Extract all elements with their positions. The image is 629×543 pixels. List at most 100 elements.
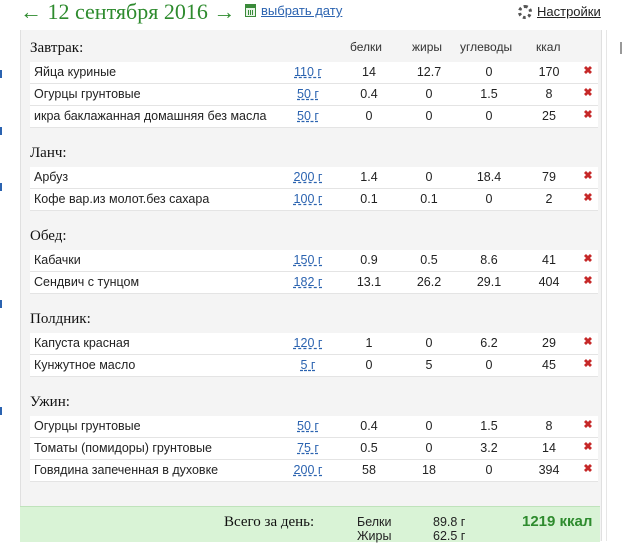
totals-label: Всего за день: bbox=[224, 514, 315, 530]
carbs-value: 1.5 bbox=[480, 419, 498, 433]
food-name: Говядина запеченная в духовке bbox=[34, 463, 219, 477]
delete-icon[interactable]: ✖ bbox=[582, 274, 594, 287]
fat-value: 0 bbox=[425, 419, 433, 433]
protein-value: 0.9 bbox=[360, 253, 378, 267]
pick-date-control[interactable]: выбрать дату bbox=[245, 3, 342, 18]
totals-protein-label: Белки bbox=[357, 515, 392, 529]
food-name: Кофе вар.из молот.без сахара bbox=[34, 192, 210, 206]
carbs-value: 6.2 bbox=[480, 336, 498, 350]
delete-icon[interactable]: ✖ bbox=[582, 169, 594, 182]
protein-value: 0.4 bbox=[360, 419, 378, 433]
protein-value: 0.5 bbox=[360, 441, 378, 455]
amount-link[interactable]: 200 г bbox=[278, 170, 338, 184]
food-row: икра баклажанная домашняя без масла 50 г 0… bbox=[30, 106, 598, 128]
carbs-value: 0 bbox=[485, 65, 493, 79]
delete-icon[interactable]: ✖ bbox=[582, 335, 594, 348]
date-navigator: ← 12 сентября 2016 → bbox=[20, 0, 235, 25]
right-sidebar-edge bbox=[606, 30, 629, 541]
food-name: Капуста красная bbox=[34, 336, 130, 350]
fat-value: 12.7 bbox=[416, 65, 442, 79]
fat-value: 0 bbox=[425, 336, 433, 350]
amount-link[interactable]: 120 г bbox=[278, 336, 338, 350]
food-row: Сендвич с тунцом 182 г 13.1 26.2 29.1 404 ✖ bbox=[30, 272, 598, 294]
food-row: Огурцы грунтовые 50 г 0.4 0 1.5 8 ✖ bbox=[30, 416, 598, 438]
prev-day-arrow[interactable]: ← bbox=[20, 0, 42, 24]
protein-value: 0 bbox=[365, 358, 373, 372]
food-row: Яйца куриные 110 г 14 12.7 0 170 ✖ bbox=[30, 62, 598, 84]
delete-icon[interactable]: ✖ bbox=[582, 64, 594, 77]
top-bar: ← 12 сентября 2016 → выбрать дату Настро… bbox=[0, 0, 629, 28]
edge-marker bbox=[0, 127, 6, 135]
protein-value: 0.4 bbox=[360, 87, 378, 101]
protein-value: 0.1 bbox=[360, 192, 378, 206]
amount-link[interactable]: 5 г bbox=[278, 358, 338, 372]
food-row: Капуста красная 120 г 1 0 6.2 29 ✖ bbox=[30, 333, 598, 355]
fat-value: 0 bbox=[425, 109, 433, 123]
gear-icon[interactable] bbox=[518, 5, 532, 19]
carbs-value: 0 bbox=[485, 463, 493, 477]
edge-marker bbox=[0, 183, 6, 191]
food-row: Кунжутное масло 5 г 0 5 0 45 ✖ bbox=[30, 355, 598, 377]
food-name: Огурцы грунтовые bbox=[34, 419, 141, 433]
fat-value: 0 bbox=[425, 441, 433, 455]
amount-link[interactable]: 200 г bbox=[278, 463, 338, 477]
protein-value: 1.4 bbox=[360, 170, 378, 184]
fat-value: 26.2 bbox=[416, 275, 442, 289]
carbs-value: 3.2 bbox=[480, 441, 498, 455]
delete-icon[interactable]: ✖ bbox=[582, 108, 594, 121]
kcal-value: 45 bbox=[542, 358, 556, 372]
delete-icon[interactable]: ✖ bbox=[582, 418, 594, 431]
fat-value: 18 bbox=[422, 463, 436, 477]
delete-icon[interactable]: ✖ bbox=[582, 462, 594, 475]
food-name: Сендвич с тунцом bbox=[34, 275, 140, 289]
food-name: Арбуз bbox=[34, 170, 69, 184]
amount-link[interactable]: 50 г bbox=[278, 109, 338, 123]
column-header-kcal: ккал bbox=[536, 40, 561, 54]
fat-value: 0 bbox=[425, 170, 433, 184]
calendar-icon[interactable] bbox=[245, 4, 256, 17]
edge-marker bbox=[0, 300, 6, 308]
meal-title: Завтрак: bbox=[30, 40, 84, 56]
settings-control[interactable]: Настройки bbox=[518, 4, 601, 19]
delete-icon[interactable]: ✖ bbox=[582, 440, 594, 453]
food-name: Кабачки bbox=[34, 253, 81, 267]
carbs-value: 1.5 bbox=[480, 87, 498, 101]
column-header-protein: белки bbox=[350, 40, 382, 54]
amount-link[interactable]: 50 г bbox=[278, 87, 338, 101]
kcal-value: 8 bbox=[545, 419, 553, 433]
meal-title: Полдник: bbox=[30, 311, 91, 327]
food-row: Огурцы грунтовые 50 г 0.4 0 1.5 8 ✖ bbox=[30, 84, 598, 106]
settings-link[interactable]: Настройки bbox=[537, 4, 601, 19]
protein-value: 58 bbox=[362, 463, 376, 477]
amount-link[interactable]: 150 г bbox=[278, 253, 338, 267]
amount-link[interactable]: 75 г bbox=[278, 441, 338, 455]
food-row: Кабачки 150 г 0.9 0.5 8.6 41 ✖ bbox=[30, 250, 598, 272]
carbs-value: 0 bbox=[485, 358, 493, 372]
column-header-carbs: углеводы bbox=[460, 40, 513, 54]
kcal-value: 29 bbox=[542, 336, 556, 350]
kcal-value: 170 bbox=[538, 65, 560, 79]
current-date: 12 сентября 2016 bbox=[47, 0, 208, 24]
totals-kcal: 1219 ккал bbox=[522, 513, 593, 530]
delete-icon[interactable]: ✖ bbox=[582, 86, 594, 99]
amount-link[interactable]: 50 г bbox=[278, 419, 338, 433]
kcal-value: 14 bbox=[542, 441, 556, 455]
delete-icon[interactable]: ✖ bbox=[582, 252, 594, 265]
amount-link[interactable]: 100 г bbox=[278, 192, 338, 206]
amount-link[interactable]: 110 г bbox=[278, 65, 338, 79]
meal-title: Ланч: bbox=[30, 145, 67, 161]
protein-value: 0 bbox=[365, 109, 373, 123]
meal-title: Обед: bbox=[30, 228, 67, 244]
next-day-arrow[interactable]: → bbox=[213, 0, 235, 24]
delete-icon[interactable]: ✖ bbox=[582, 191, 594, 204]
delete-icon[interactable]: ✖ bbox=[582, 357, 594, 370]
edge-marker bbox=[0, 70, 6, 78]
amount-link[interactable]: 182 г bbox=[278, 275, 338, 289]
carbs-value: 0 bbox=[485, 109, 493, 123]
pick-date-link[interactable]: выбрать дату bbox=[261, 3, 342, 18]
protein-value: 14 bbox=[362, 65, 376, 79]
daily-totals: Всего за день: Белки 89.8 г Жиры 62.5 г … bbox=[20, 506, 600, 543]
carbs-value: 29.1 bbox=[476, 275, 502, 289]
column-header-fat: жиры bbox=[412, 40, 443, 54]
food-row: Томаты (помидоры) грунтовые 75 г 0.5 0 3.2 14… bbox=[30, 438, 598, 460]
